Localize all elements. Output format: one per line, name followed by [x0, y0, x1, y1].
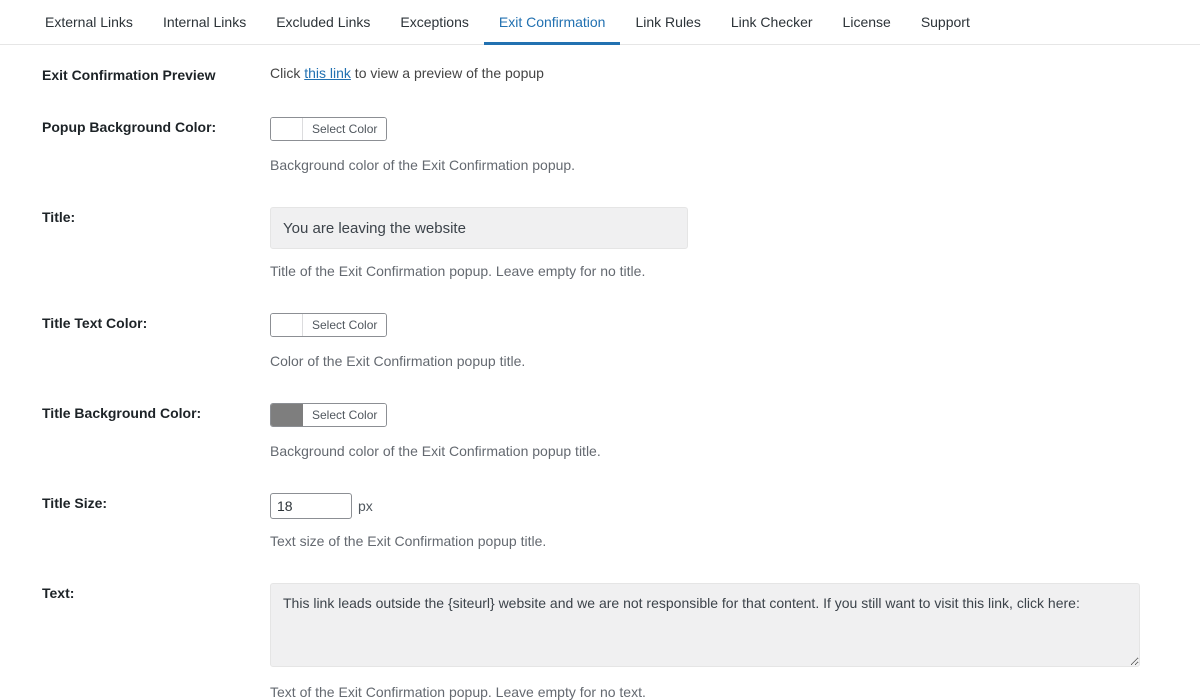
- desc-title-size: Text size of the Exit Confirmation popup…: [270, 533, 1158, 549]
- row-title-bg-color: Title Background Color: Select Color Bac…: [42, 403, 1158, 459]
- label-preview: Exit Confirmation Preview: [42, 65, 270, 83]
- select-color-label: Select Color: [303, 314, 386, 336]
- row-title-text-color: Title Text Color: Select Color Color of …: [42, 313, 1158, 369]
- label-title-text-color: Title Text Color:: [42, 313, 270, 331]
- title-size-input[interactable]: [270, 493, 352, 519]
- popup-bg-color-picker[interactable]: Select Color: [270, 117, 387, 141]
- tab-support[interactable]: Support: [906, 2, 985, 44]
- row-preview: Exit Confirmation Preview Click this lin…: [42, 65, 1158, 83]
- row-title: Title: Title of the Exit Confirmation po…: [42, 207, 1158, 279]
- label-popup-bg-color: Popup Background Color:: [42, 117, 270, 135]
- tab-excluded-links[interactable]: Excluded Links: [261, 2, 385, 44]
- row-popup-bg-color: Popup Background Color: Select Color Bac…: [42, 117, 1158, 173]
- desc-title-bg-color: Background color of the Exit Confirmatio…: [270, 443, 1158, 459]
- desc-title: Title of the Exit Confirmation popup. Le…: [270, 263, 1158, 279]
- row-text: Text: Text of the Exit Confirmation popu…: [42, 583, 1158, 700]
- title-text-color-picker[interactable]: Select Color: [270, 313, 387, 337]
- tab-exit-confirmation[interactable]: Exit Confirmation: [484, 2, 621, 44]
- tab-external-links[interactable]: External Links: [30, 2, 148, 44]
- tab-exceptions[interactable]: Exceptions: [385, 2, 483, 44]
- text-textarea[interactable]: [270, 583, 1140, 667]
- title-bg-color-picker[interactable]: Select Color: [270, 403, 387, 427]
- preview-link[interactable]: this link: [304, 65, 351, 81]
- row-title-size: Title Size: px Text size of the Exit Con…: [42, 493, 1158, 549]
- label-title: Title:: [42, 207, 270, 225]
- label-title-bg-color: Title Background Color:: [42, 403, 270, 421]
- select-color-label: Select Color: [303, 118, 386, 140]
- tab-license[interactable]: License: [828, 2, 906, 44]
- label-title-size: Title Size:: [42, 493, 270, 511]
- desc-popup-bg-color: Background color of the Exit Confirmatio…: [270, 157, 1158, 173]
- label-text: Text:: [42, 583, 270, 601]
- desc-title-text-color: Color of the Exit Confirmation popup tit…: [270, 353, 1158, 369]
- swatch-title-bg: [271, 404, 303, 426]
- tab-internal-links[interactable]: Internal Links: [148, 2, 261, 44]
- swatch-title-text: [271, 314, 303, 336]
- settings-form: Exit Confirmation Preview Click this lin…: [0, 45, 1200, 700]
- tab-link-rules[interactable]: Link Rules: [620, 2, 715, 44]
- tabs-nav: External Links Internal Links Excluded L…: [0, 2, 1200, 45]
- preview-text: Click this link to view a preview of the…: [270, 65, 1158, 81]
- title-input[interactable]: [270, 207, 688, 249]
- swatch-popup-bg: [271, 118, 303, 140]
- unit-px: px: [358, 498, 373, 514]
- desc-text: Text of the Exit Confirmation popup. Lea…: [270, 684, 1158, 700]
- select-color-label: Select Color: [303, 404, 386, 426]
- tab-link-checker[interactable]: Link Checker: [716, 2, 828, 44]
